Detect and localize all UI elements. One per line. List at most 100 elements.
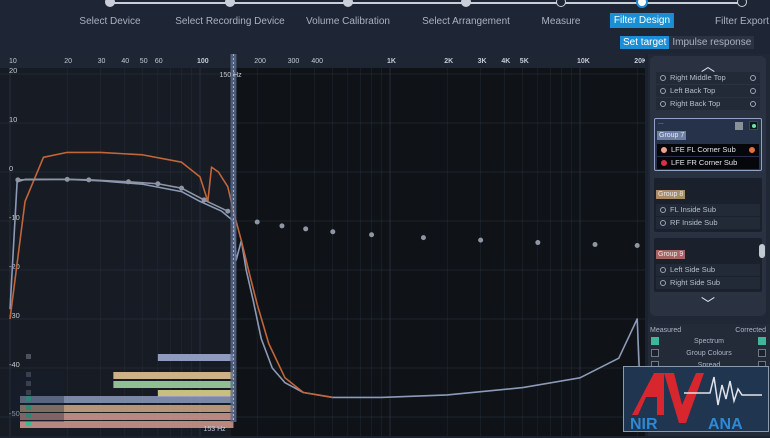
target-curve xyxy=(17,178,229,212)
step-label[interactable]: Select Device xyxy=(79,16,140,27)
scroll-down-icon[interactable]: ﹀ xyxy=(701,294,715,314)
x-tick-label: 50 xyxy=(140,58,148,65)
group-9[interactable]: Group 9 Left Side Sub Right Side Sub xyxy=(654,238,762,292)
step-label[interactable]: Select Recording Device xyxy=(175,16,285,27)
x-tick-label: 3K xyxy=(478,58,487,65)
scrollbar-thumb[interactable] xyxy=(759,244,765,258)
measured-header: Measured xyxy=(650,327,682,334)
target-point[interactable] xyxy=(535,240,541,246)
target-point[interactable] xyxy=(369,232,375,238)
group-8[interactable]: Group 8 FL Inside Sub RF Inside Sub xyxy=(654,178,762,232)
channel-label[interactable]: LFE FR Corner Sub xyxy=(671,158,737,167)
step-label[interactable]: Select Arrangement xyxy=(422,16,510,27)
y-tick-label: -20 xyxy=(9,262,20,271)
y-tick-label: 10 xyxy=(9,115,17,124)
group-badge: Group 7 xyxy=(657,131,687,140)
x-tick-label: 10 xyxy=(9,58,17,65)
filter-band xyxy=(157,390,234,397)
link-icon[interactable] xyxy=(749,121,758,130)
x-tick-label: 200 xyxy=(254,58,266,65)
target-point[interactable] xyxy=(15,177,21,183)
band-checkbox[interactable] xyxy=(26,354,31,359)
group-badge: Group 8 xyxy=(656,190,686,199)
target-point[interactable] xyxy=(592,242,598,248)
x-tick-label: 30 xyxy=(98,58,106,65)
step-dot[interactable] xyxy=(461,0,471,7)
tab-set-target[interactable]: Set target xyxy=(620,36,670,49)
x-tick-label: 10K xyxy=(577,58,590,65)
channel-label[interactable]: Right Middle Top xyxy=(670,73,726,82)
channel-label[interactable]: LFE FL Corner Sub xyxy=(671,145,736,154)
x-tick-label: 300 xyxy=(288,58,300,65)
step-label[interactable]: Volume Calibration xyxy=(306,16,390,27)
crossover-frequency-label: 153 Hz xyxy=(203,426,226,433)
option-label: Spectrum xyxy=(694,338,724,345)
corrected-spectrum-checkbox[interactable] xyxy=(758,337,766,345)
y-tick-label: 0 xyxy=(9,164,13,173)
target-point[interactable] xyxy=(330,229,336,235)
above-crossover-region xyxy=(231,54,645,436)
x-tick-label: 2K xyxy=(444,58,453,65)
step-dot[interactable] xyxy=(225,0,235,7)
step-dot[interactable] xyxy=(737,0,747,7)
target-point[interactable] xyxy=(64,176,70,182)
channel-label[interactable]: RF Inside Sub xyxy=(670,218,718,227)
channel-label[interactable]: Right Back Top xyxy=(670,99,720,108)
frequency-response-graph[interactable]: 20 10 0 -10 -20 -30 -40 -50 10 20 30 40 50 60 100 200 30… xyxy=(0,54,645,436)
x-tick-label: 100 xyxy=(197,58,209,65)
target-point[interactable] xyxy=(634,243,640,248)
step-label[interactable]: Filter Export xyxy=(715,16,769,27)
x-tick-label: 60 xyxy=(155,58,163,65)
svg-text:ANA: ANA xyxy=(708,416,743,433)
svg-text:NIR: NIR xyxy=(630,416,658,433)
x-tick-label: 400 xyxy=(311,58,323,65)
filter-band xyxy=(113,381,234,388)
x-tick-label: 40 xyxy=(121,58,129,65)
channel-label[interactable]: Left Side Sub xyxy=(670,265,715,274)
crossover-frequency-label: 150 Hz xyxy=(219,72,242,79)
group-list: ︿ Right Middle Top Left Back Top Right B… xyxy=(650,56,766,316)
channel-label[interactable]: FL Inside Sub xyxy=(670,205,716,214)
y-tick-label: -40 xyxy=(9,360,20,369)
target-point[interactable] xyxy=(179,185,185,191)
step-label[interactable]: Measure xyxy=(542,16,581,27)
group-badge: Group 9 xyxy=(656,250,686,259)
channel-label[interactable]: Left Back Top xyxy=(670,86,715,95)
x-tick-label: 4K xyxy=(501,58,510,65)
x-tick-label: 20K xyxy=(634,58,645,65)
filter-band xyxy=(113,372,234,379)
band-shade xyxy=(10,372,64,422)
group-menu-dots[interactable]: ... xyxy=(658,119,664,126)
target-point[interactable] xyxy=(155,181,161,187)
target-point[interactable] xyxy=(303,226,309,232)
target-point[interactable] xyxy=(86,177,92,183)
step-dot[interactable] xyxy=(105,0,115,7)
av-nirvana-watermark-logo: NIR ANA xyxy=(623,366,769,433)
step-dot[interactable] xyxy=(556,0,566,7)
x-tick-label: 20 xyxy=(64,58,72,65)
wizard-stepper: Select Device Select Recording Device Volu… xyxy=(0,0,770,54)
graph-canvas: 20100-10-20-30-40-5010 20 30 40 50 60 100 200 30… xyxy=(0,54,645,436)
copy-icon[interactable] xyxy=(735,122,743,130)
target-point[interactable] xyxy=(254,219,260,225)
target-point[interactable] xyxy=(279,223,285,229)
target-point[interactable] xyxy=(201,197,207,203)
step-dot[interactable] xyxy=(343,0,353,7)
x-tick-label: 5K xyxy=(520,58,529,65)
group-7[interactable]: ... Group 7 LFE FL Corner Sub LFE FR Cor… xyxy=(654,118,762,171)
corrected-group-colours-checkbox[interactable] xyxy=(758,349,766,357)
tab-impulse-response[interactable]: Impulse response xyxy=(669,36,755,49)
target-point[interactable] xyxy=(225,208,231,214)
target-point[interactable] xyxy=(478,237,484,243)
filter-band xyxy=(157,354,234,361)
step-dot[interactable] xyxy=(636,0,648,8)
step-label[interactable]: Filter Design xyxy=(609,13,675,28)
target-point[interactable] xyxy=(125,179,131,185)
corrected-header: Corrected xyxy=(735,327,766,334)
x-tick-label: 1K xyxy=(387,58,396,65)
channel-label[interactable]: Right Side Sub xyxy=(670,278,720,287)
y-tick-label: 20 xyxy=(9,66,17,75)
filter-band xyxy=(20,421,234,428)
target-point[interactable] xyxy=(420,235,426,241)
option-label: Group Colours xyxy=(686,350,732,357)
